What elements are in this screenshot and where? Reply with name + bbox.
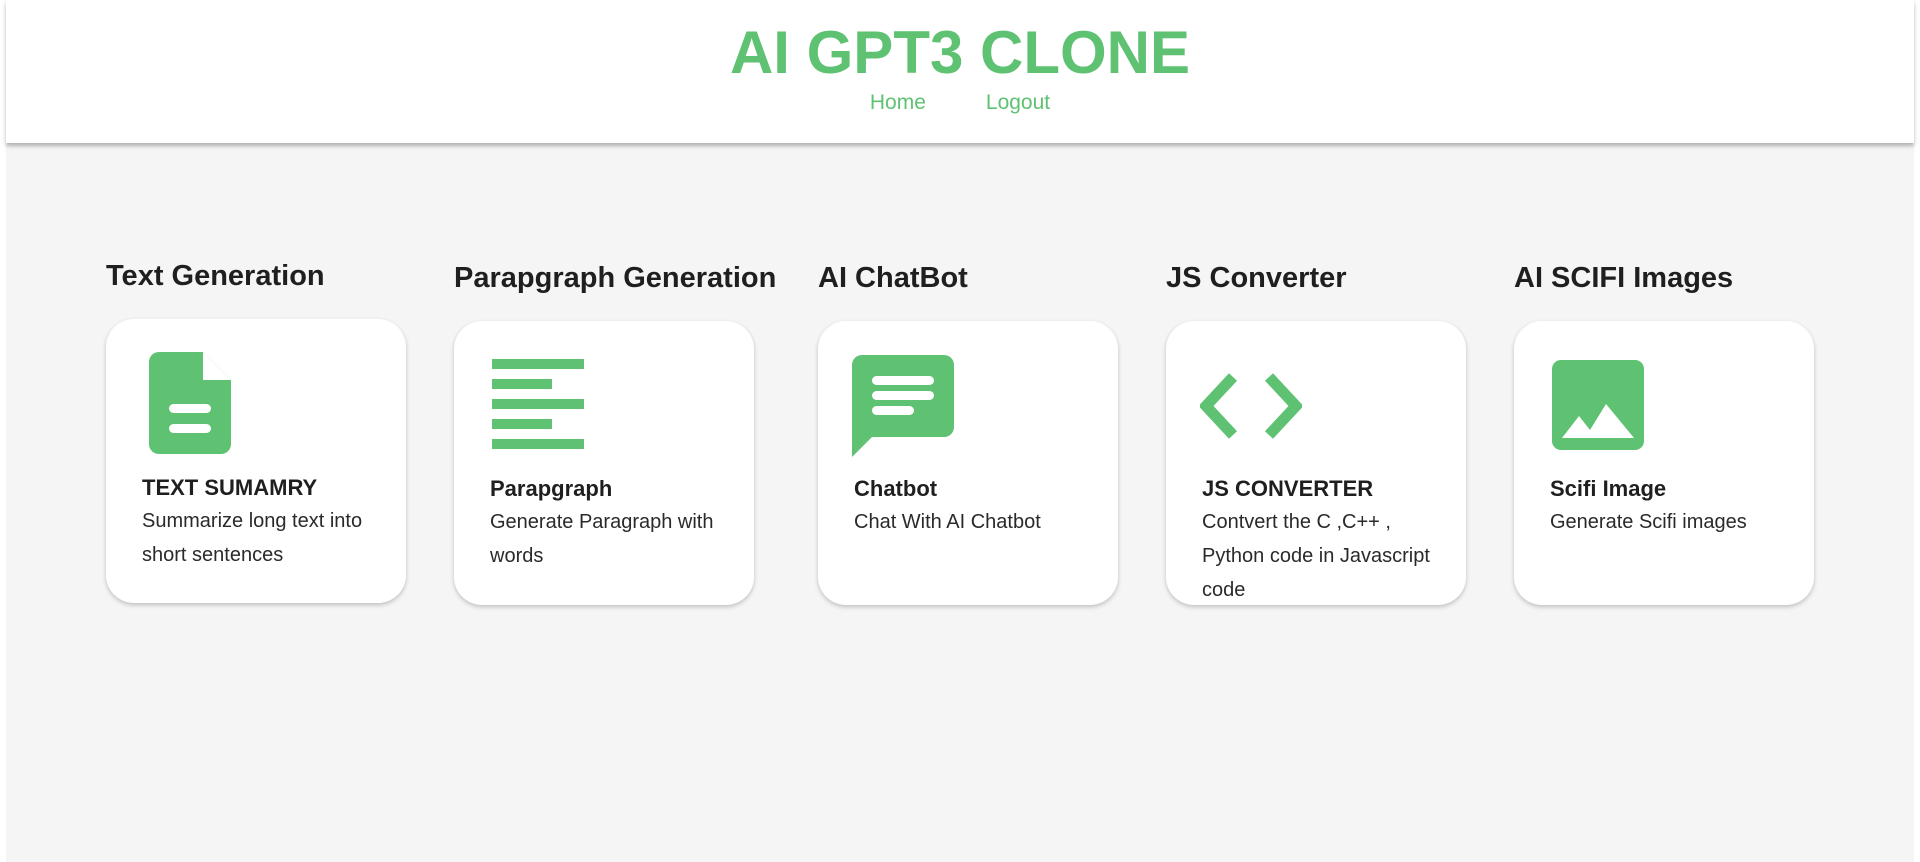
section-heading-js-converter: JS Converter	[1166, 262, 1347, 294]
card-title: JS CONVERTER	[1202, 476, 1374, 501]
top-nav: Home Logout	[6, 90, 1914, 116]
card-title: Scifi Image	[1550, 476, 1667, 501]
card-description: Contvert the C ,C++ , Python code in Jav…	[1202, 511, 1430, 601]
section-heading-paragraph-generation: Parapgraph Generation	[454, 262, 777, 294]
card-description: Generate Paragraph with words	[490, 511, 714, 567]
chat-bubble-icon	[852, 355, 954, 462]
image-icon	[1552, 360, 1644, 455]
nav-home-link[interactable]: Home	[870, 90, 926, 116]
section-heading-text-generation: Text Generation	[106, 260, 325, 292]
card-description: Generate Scifi images	[1550, 511, 1747, 533]
app-title: AI GPT3 CLONE	[729, 19, 1191, 86]
paragraph-lines-icon	[492, 359, 584, 456]
app-header: AI GPT3 CLONE Home Logout	[6, 0, 1914, 143]
right-edge	[1914, 0, 1920, 862]
card-description: Summarize long text into short sentences	[142, 510, 363, 566]
card-paragraph[interactable]: Parapgraph Generate Paragraph with words	[454, 321, 754, 605]
section-heading-ai-scifi-images: AI SCIFI Images	[1514, 262, 1734, 294]
code-brackets-icon	[1198, 373, 1304, 444]
card-description: Chat With AI Chatbot	[854, 511, 1041, 533]
section-heading-ai-chatbot: AI ChatBot	[818, 262, 968, 294]
card-js-converter[interactable]: JS CONVERTER Contvert the C ,C++ , Pytho…	[1166, 321, 1466, 605]
card-chatbot[interactable]: Chatbot Chat With AI Chatbot	[818, 321, 1118, 605]
card-title: Parapgraph	[490, 476, 613, 501]
card-text-summary[interactable]: TEXT SUMAMRY Summarize long text into sh…	[106, 319, 406, 603]
card-title: Chatbot	[854, 476, 938, 501]
page: AI GPT3 CLONE Home Logout Text Generatio…	[0, 0, 1920, 862]
card-title: TEXT SUMAMRY	[142, 475, 318, 500]
card-scifi-image[interactable]: Scifi Image Generate Scifi images	[1514, 321, 1814, 605]
document-icon	[149, 352, 231, 459]
nav-logout-link[interactable]: Logout	[986, 90, 1050, 116]
